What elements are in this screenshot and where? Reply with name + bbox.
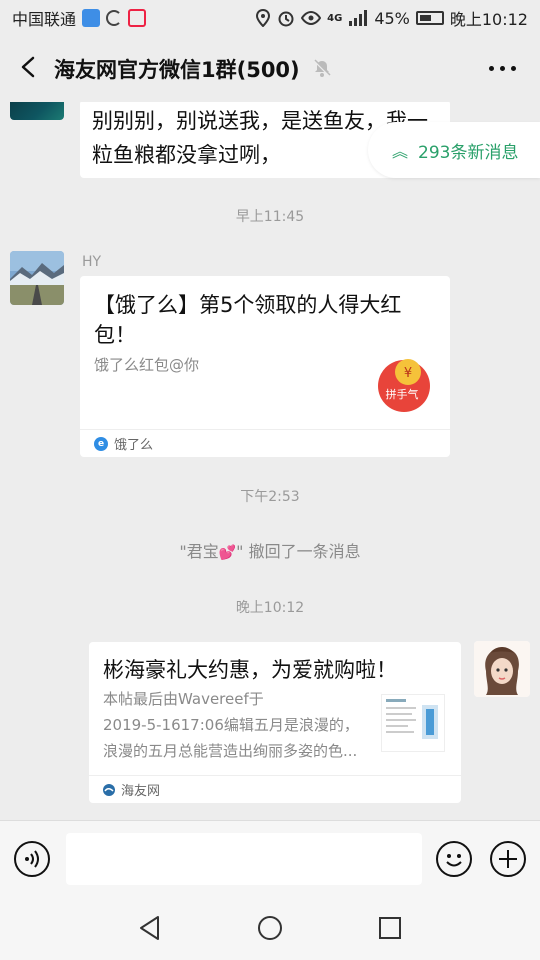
double-chevron-up-icon: ︽ (392, 142, 409, 161)
timestamp: 早上11:45 (235, 209, 305, 225)
smiley-icon (446, 854, 462, 867)
eye-icon (301, 11, 322, 25)
network-type: 4G (327, 12, 343, 24)
card-source: 饿了么 (114, 438, 154, 453)
location-icon (256, 9, 271, 27)
new-messages-label: 293条新消息 (418, 142, 519, 163)
nav-home-icon[interactable] (257, 915, 283, 941)
emoji-button[interactable] (436, 841, 472, 877)
voice-icon (25, 850, 39, 868)
timestamp: 晚上10:12 (235, 600, 305, 616)
avatar[interactable] (10, 102, 64, 120)
alarm-icon (278, 11, 294, 27)
sync-icon (106, 10, 123, 26)
recall-suffix: " 撤回了一条消息 (236, 542, 361, 561)
battery-percent: 45% (374, 8, 410, 28)
red-packet-badge: 拼手气 (386, 387, 419, 401)
more-options-button[interactable] (489, 66, 516, 71)
signal-icon (349, 10, 368, 26)
status-bar: 中国联通 4G 45% 晚上10:12 (0, 0, 540, 36)
eleme-icon: e (94, 436, 108, 451)
avatar[interactable] (10, 251, 64, 305)
chat-header: 海友网官方微信1群(500) (0, 36, 540, 102)
input-bar (0, 820, 540, 898)
nav-recents-icon[interactable] (378, 916, 402, 940)
red-packet-icon: ¥ 拼手气 (376, 356, 432, 412)
mute-bell-icon (313, 59, 331, 77)
clock: 晚上10:12 (449, 10, 528, 29)
card-title: 【饿了么】第5个领取的人得大红包！ (94, 293, 402, 347)
card-desc-line: 2019-5-1617:06编辑五月是浪漫的， (103, 716, 359, 734)
new-messages-button[interactable]: ︽ 293条新消息 (368, 122, 540, 178)
card-footer: e 饿了么 (80, 429, 450, 457)
message-input[interactable] (66, 833, 422, 885)
heart-emoji-icon: 💕 (218, 545, 237, 561)
sender-name: HY (82, 254, 102, 270)
voice-input-button[interactable] (14, 841, 50, 877)
card-source: 海友网 (121, 784, 161, 799)
battery-icon (415, 11, 444, 25)
app-notification-icon (82, 9, 101, 27)
card-footer: 海友网 (89, 775, 461, 803)
card-desc-line: 浪漫的五月总能营造出绚丽多姿的色... (103, 742, 358, 760)
chat-title: 海友网官方微信1群(500) (54, 58, 300, 82)
recall-prefix: "君宝 (179, 542, 219, 561)
timestamp: 下午2:53 (240, 489, 300, 505)
card-thumbnail (381, 694, 445, 752)
back-icon[interactable] (18, 56, 40, 78)
link-card[interactable]: 彬海豪礼大约惠，为爱就购啦！ 本帖最后由Wavereef于 2019-5-161… (89, 642, 461, 803)
app-notification-icon-2 (128, 9, 147, 27)
card-title: 彬海豪礼大约惠，为爱就购啦！ (103, 658, 397, 682)
more-functions-button[interactable] (490, 841, 526, 877)
system-nav-bar (0, 898, 540, 960)
svg-text:¥: ¥ (404, 366, 412, 381)
my-avatar[interactable] (474, 641, 530, 697)
haiyou-logo-icon (103, 783, 115, 796)
chat-area[interactable]: 别别别，别说送我，是送鱼友，我一粒鱼粮都没拿过咧， ︽ 293条新消息 早上11… (0, 102, 540, 820)
recall-notice: "君宝💕" 撤回了一条消息 (0, 538, 540, 562)
card-desc-line: 本帖最后由Wavereef于 (103, 690, 264, 708)
card-description: 饿了么红包@你 (94, 356, 200, 374)
carrier-label: 中国联通 (12, 10, 77, 29)
link-card[interactable]: 【饿了么】第5个领取的人得大红包！ 饿了么红包@你 ¥ 拼手气 e 饿了么 (80, 276, 450, 457)
card-description: 本帖最后由Wavereef于 2019-5-1617:06编辑五月是浪漫的， 浪… (103, 686, 373, 764)
nav-back-icon[interactable] (138, 915, 162, 941)
plus-icon (499, 850, 517, 868)
